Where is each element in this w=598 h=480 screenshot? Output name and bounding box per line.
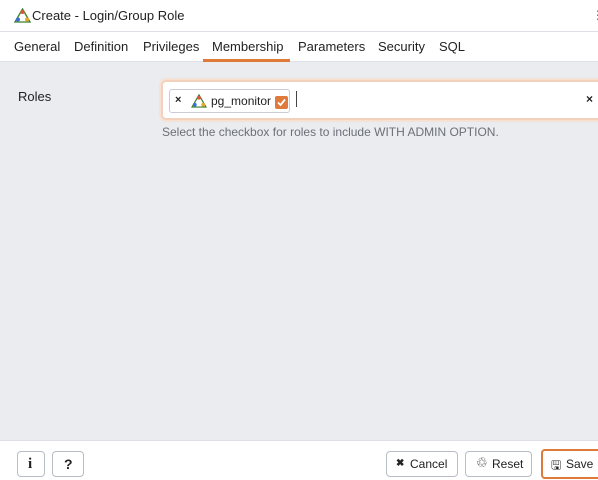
dialog-footer: i ? ✖ Cancel ♲ Reset 🖫 Save [0, 440, 598, 480]
tab-parameters[interactable]: Parameters [298, 39, 365, 54]
dialog-title: Create - Login/Group Role [32, 8, 185, 23]
tab-definition[interactable]: Definition [74, 39, 128, 54]
info-button[interactable]: i [17, 451, 45, 477]
role-chip: × pg_monitor [169, 89, 290, 113]
recycle-icon: ♲ [476, 455, 488, 470]
tab-general[interactable]: General [14, 39, 60, 54]
role-name: pg_monitor [211, 94, 272, 108]
floppy-disk-icon: 🖫 [551, 458, 562, 472]
help-button[interactable]: ? [52, 451, 84, 477]
save-button[interactable]: 🖫 Save [541, 449, 598, 479]
reset-button[interactable]: ♲ Reset [465, 451, 532, 477]
tab-privileges[interactable]: Privileges [143, 39, 199, 54]
help-icon: ? [64, 456, 73, 472]
cancel-label: Cancel [410, 457, 448, 471]
roles-multiselect[interactable]: × pg_monitor × [161, 80, 598, 120]
login-group-role-icon [14, 8, 31, 23]
reset-label: Reset [492, 457, 524, 471]
cancel-button[interactable]: ✖ Cancel [386, 451, 458, 477]
roles-help-text: Select the checkbox for roles to include… [162, 125, 499, 139]
membership-panel: Roles × pg_monitor × Select the checkbox… [0, 62, 598, 440]
more-options-icon[interactable]: ⋮ [592, 8, 598, 22]
info-icon: i [28, 456, 33, 472]
remove-role-icon[interactable]: × [175, 94, 181, 106]
tab-bar: General Definition Privileges Membership… [0, 32, 598, 62]
dialog-titlebar: Create - Login/Group Role ⋮ [0, 0, 598, 32]
checkmark-icon [277, 98, 286, 107]
role-icon [191, 94, 207, 108]
roles-label: Roles [18, 89, 52, 104]
save-label: Save [566, 457, 594, 471]
text-cursor [296, 91, 297, 107]
tab-sql[interactable]: SQL [439, 39, 465, 54]
tab-membership[interactable]: Membership [212, 39, 284, 54]
close-icon: ✖ [396, 458, 405, 469]
admin-option-checkbox[interactable] [275, 96, 288, 109]
tab-security[interactable]: Security [378, 39, 425, 54]
clear-selection-icon[interactable]: × [586, 92, 593, 106]
